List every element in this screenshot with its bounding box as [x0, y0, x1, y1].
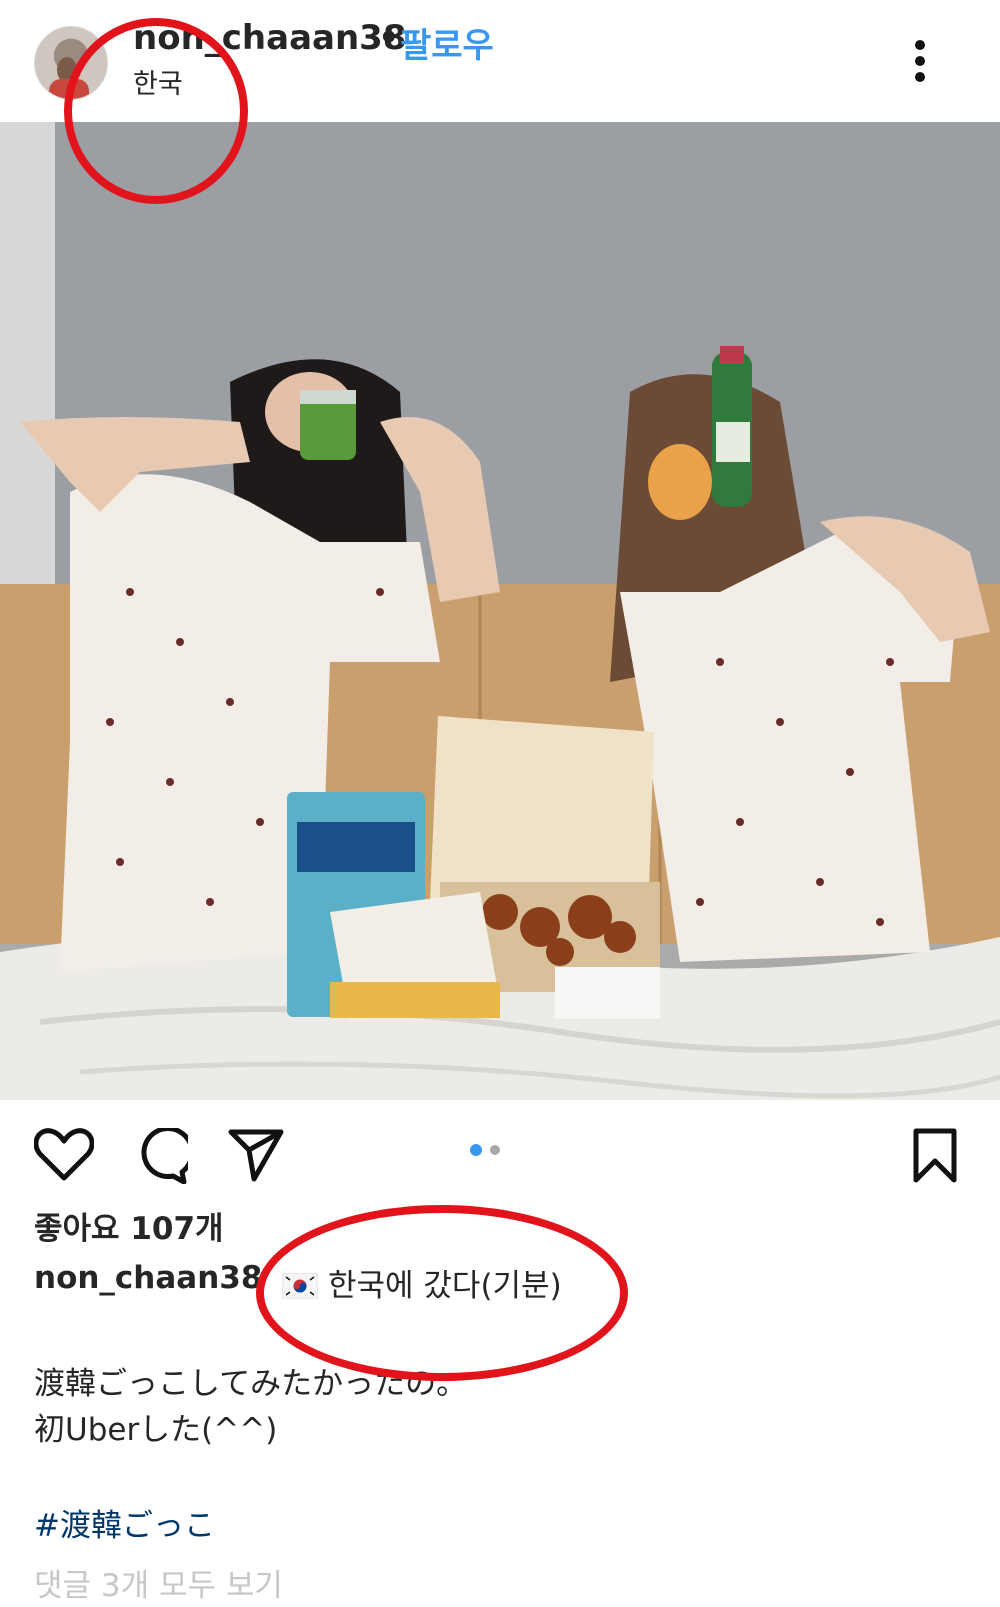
caption-line-1: 渡韓ごっこしてみたかったの。 — [34, 1366, 468, 1402]
post-location[interactable]: 한국 — [133, 62, 183, 101]
view-all-comments-link[interactable]: 댓글 3개 모두 보기 — [34, 1560, 283, 1605]
hashtag-link[interactable]: #渡韓ごっこ — [34, 1500, 215, 1545]
more-options-icon[interactable] — [908, 38, 932, 84]
avatar[interactable] — [34, 26, 108, 100]
south-korea-flag-icon — [282, 1273, 318, 1299]
separator-dot: • — [378, 18, 400, 58]
caption-line-2: 初Uberした(^^) — [34, 1412, 278, 1448]
caption-text: 한국에 갔다(기분) — [282, 1260, 562, 1305]
comment-icon[interactable] — [132, 1128, 188, 1184]
follow-button[interactable]: 팔로우 — [400, 18, 494, 67]
heart-icon[interactable] — [34, 1128, 94, 1182]
post-photo[interactable] — [0, 122, 1000, 1100]
post-username[interactable]: non_chaaan38 — [133, 18, 406, 58]
bookmark-icon[interactable] — [912, 1128, 958, 1184]
like-count[interactable]: 좋아요 107개 — [34, 1203, 224, 1248]
caption-main-text: 한국에 갔다(기분) — [328, 1268, 562, 1304]
carousel-indicator — [470, 1144, 510, 1158]
caption-username[interactable]: non_chaan38 — [34, 1260, 262, 1296]
paper-plane-icon[interactable] — [228, 1128, 284, 1182]
